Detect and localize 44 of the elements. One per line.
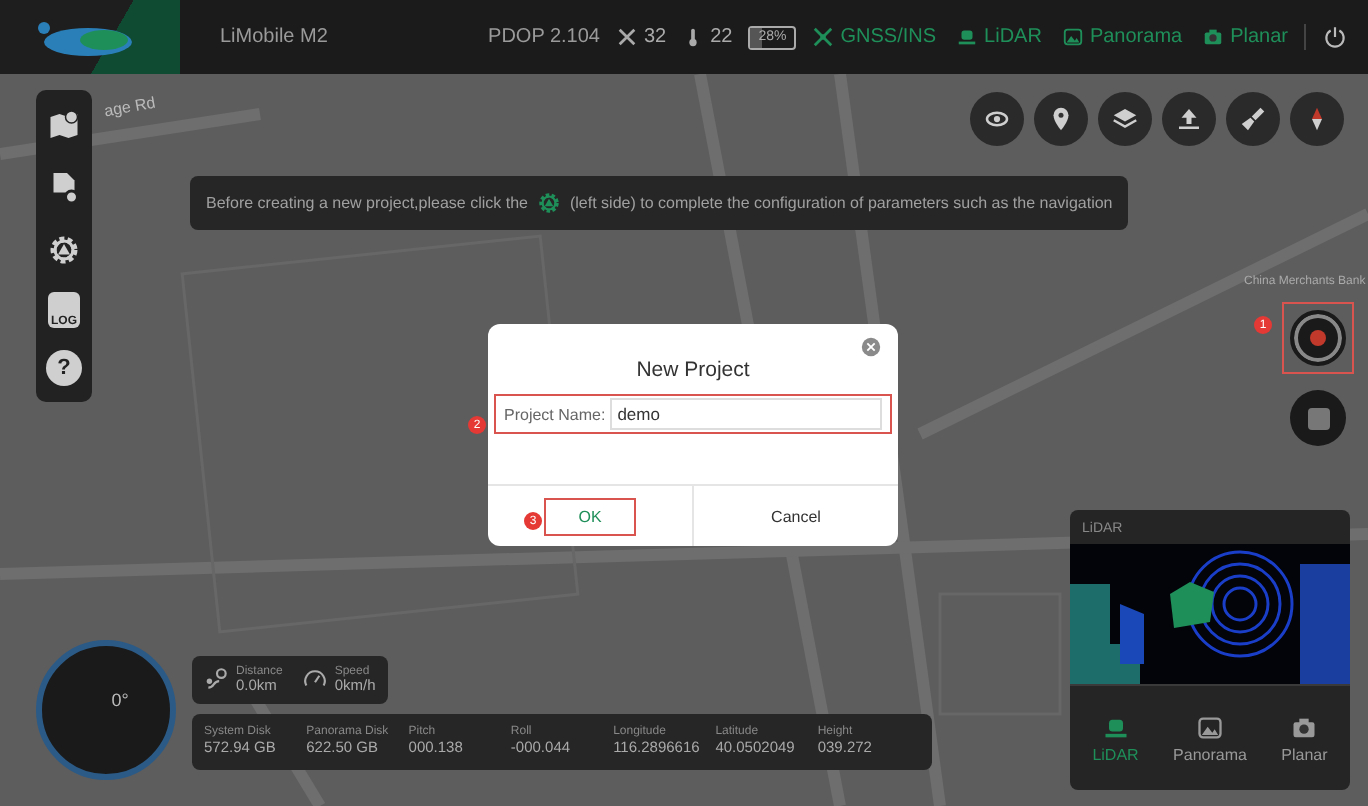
pdop-reading: PDOP 2.104 <box>488 26 600 48</box>
satellite-count: 32 <box>644 26 667 48</box>
hint-text: Before creating a new project,please click the <box>206 194 528 212</box>
app-name: LiMobile M2 <box>220 26 330 48</box>
heading-reading: 0° <box>111 690 129 710</box>
broom-button[interactable] <box>1226 92 1280 146</box>
view-tab[interactable]: LiDAR <box>1070 686 1162 790</box>
panorama-icon <box>1061 26 1084 48</box>
gear-icon <box>535 190 562 216</box>
status-indicator: GNSS/INS <box>812 26 937 48</box>
view-tab[interactable]: Panorama <box>1161 686 1259 790</box>
panorama-icon <box>1196 713 1224 741</box>
compass-button[interactable] <box>1290 92 1344 146</box>
power-icon <box>1322 24 1348 50</box>
map-pin-icon <box>46 108 82 144</box>
gear-icon <box>46 232 82 268</box>
location-pin-button[interactable] <box>1034 92 1088 146</box>
close-icon <box>860 336 882 358</box>
street-label: age Rd <box>102 93 157 121</box>
scanner-icon <box>956 26 979 48</box>
status-indicator: Planar <box>1202 26 1288 48</box>
hint-text: (left side) to complete the configuration of parameters such as the navigation <box>569 194 1113 212</box>
eye-button[interactable] <box>970 92 1024 146</box>
upload-icon <box>1174 104 1204 134</box>
temperature-reading: 22 <box>710 26 733 48</box>
dialog-title: New Project <box>634 358 752 382</box>
layers-icon <box>1110 104 1140 134</box>
status-indicator: LiDAR <box>956 26 1042 48</box>
camera-icon <box>1290 713 1319 741</box>
status-indicator: Panorama <box>1061 26 1183 48</box>
field-label: Project Name: <box>504 405 606 423</box>
broom-icon <box>1238 104 1268 134</box>
close-button[interactable] <box>860 336 882 358</box>
upload-button[interactable] <box>1162 92 1216 146</box>
stop-button[interactable] <box>1290 390 1346 446</box>
camera-icon <box>1202 26 1225 48</box>
view-tab[interactable]: Planar <box>1258 686 1350 790</box>
project-name-field[interactable]: demo <box>609 398 882 430</box>
cancel-button[interactable]: Cancel <box>747 499 845 533</box>
power-button[interactable] <box>1304 24 1348 50</box>
ok-button[interactable]: OK <box>544 497 636 535</box>
route-icon <box>204 666 230 693</box>
layers-button[interactable] <box>1098 92 1152 146</box>
help-button[interactable]: ? <box>46 350 82 386</box>
